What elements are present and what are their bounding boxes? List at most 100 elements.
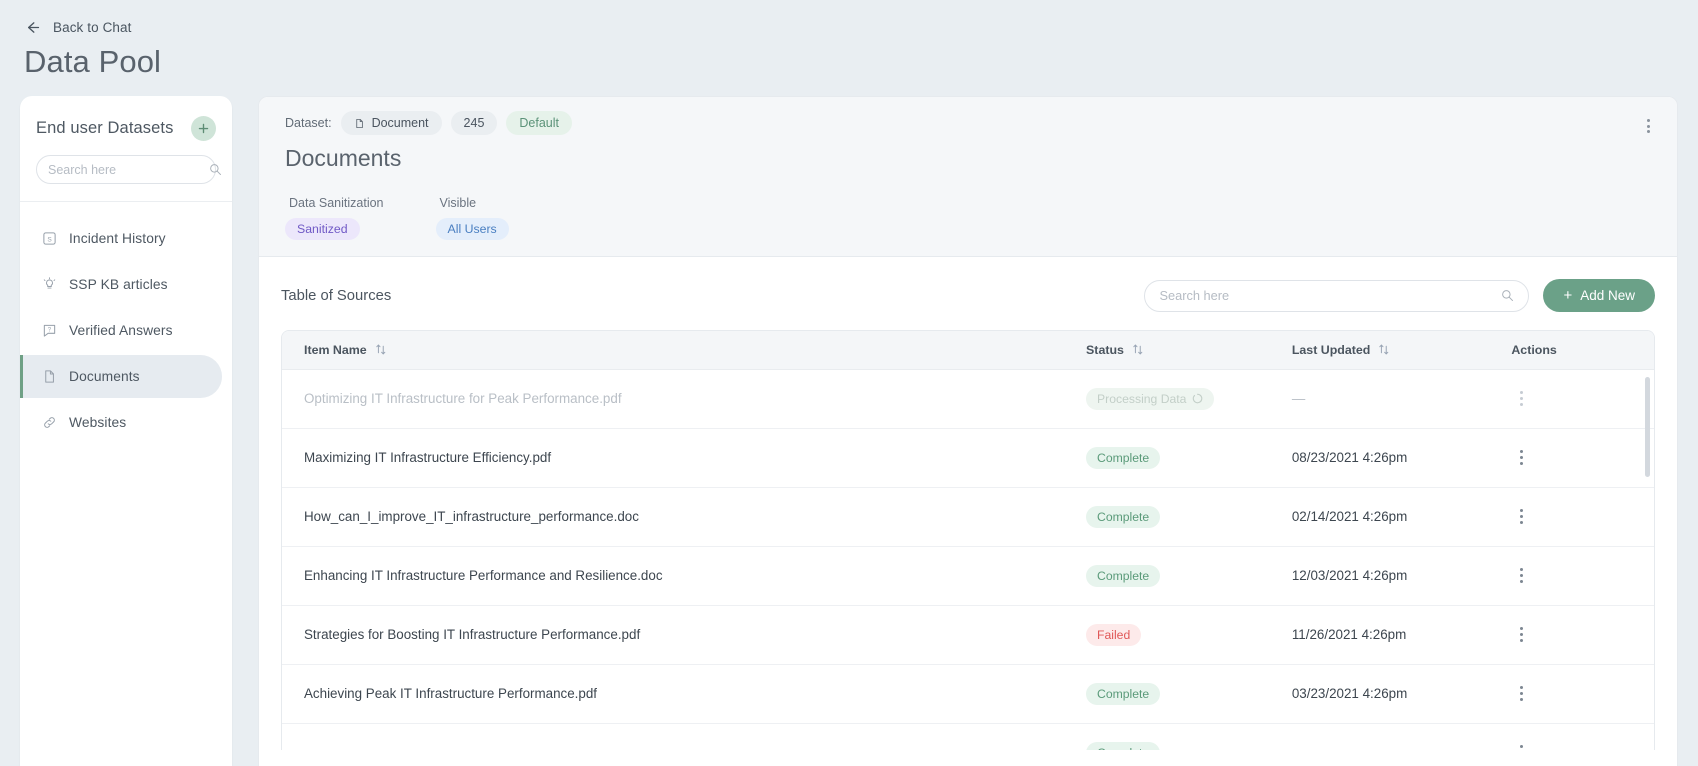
cell-last-updated xyxy=(1269,723,1490,750)
meta-label: Visible xyxy=(439,196,477,210)
status-badge: Processing Data xyxy=(1086,387,1215,410)
dataset-chip-row: Dataset: Document 245 Default xyxy=(285,111,1651,135)
dataset-menu-button[interactable] xyxy=(1637,115,1659,137)
sidebar-item-ssp-kb-articles[interactable]: SSP KB articles xyxy=(20,263,222,306)
cell-status: Complete xyxy=(1064,664,1270,724)
dataset-default-chip: Default xyxy=(506,111,573,135)
spinner-icon xyxy=(1193,393,1203,404)
cell-actions xyxy=(1489,369,1654,429)
table-row[interactable]: Enhancing IT Infrastructure Performance … xyxy=(282,546,1654,606)
cell-actions xyxy=(1489,428,1654,488)
sidebar-item-label: SSP KB articles xyxy=(69,277,168,292)
sort-icon xyxy=(1379,344,1389,355)
sidebar-item-incident-history[interactable]: S Incident History xyxy=(20,217,222,260)
sidebar: End user Datasets S Inci xyxy=(20,96,232,766)
snippet-icon: S xyxy=(43,232,56,245)
cell-item-name xyxy=(282,723,1065,750)
table-tools: + Add New xyxy=(1144,279,1655,312)
column-label: Status xyxy=(1086,342,1124,357)
row-menu-button[interactable] xyxy=(1511,685,1531,702)
sidebar-item-verified-answers[interactable]: ? Verified Answers xyxy=(20,309,222,352)
cell-last-updated: 11/26/2021 4:26pm xyxy=(1269,605,1490,665)
cell-status: Processing Data xyxy=(1064,369,1270,429)
kebab-dot xyxy=(1519,514,1523,519)
table-row[interactable]: Strategies for Boosting IT Infrastructur… xyxy=(282,605,1654,665)
dataset-title: Documents xyxy=(285,145,402,171)
svg-text:?: ? xyxy=(48,327,52,334)
main-panel: Dataset: Document 245 Default Documents … xyxy=(258,96,1678,766)
row-menu-button[interactable] xyxy=(1511,508,1531,525)
row-menu-button[interactable] xyxy=(1511,449,1531,466)
data-pool-page: Back to Chat Data Pool End user Datasets xyxy=(0,0,1698,766)
cell-item-name: How_can_I_improve_IT_infrastructure_perf… xyxy=(282,487,1065,547)
table-scrollbar[interactable] xyxy=(1645,377,1650,745)
add-new-button[interactable]: + Add New xyxy=(1543,279,1655,312)
kebab-dot xyxy=(1519,580,1523,584)
table-search[interactable] xyxy=(1144,279,1530,312)
sidebar-item-label: Incident History xyxy=(69,231,166,246)
cell-item-name: Enhancing IT Infrastructure Performance … xyxy=(282,546,1065,606)
link-icon xyxy=(44,417,55,428)
dataset-meta-row: Data Sanitization Sanitized Visible All … xyxy=(285,196,1651,240)
table-search-input[interactable] xyxy=(1159,288,1502,303)
sidebar-item-label: Documents xyxy=(69,369,140,384)
status-badge: Complete xyxy=(1086,564,1161,587)
kebab-dot xyxy=(1519,567,1523,571)
sources-table: Item Name Status Last Updated Actions Op… xyxy=(282,331,1654,750)
dataset-type-chip[interactable]: Document xyxy=(340,111,442,135)
cell-item-name: Strategies for Boosting IT Infrastructur… xyxy=(282,605,1065,665)
kebab-dot xyxy=(1519,691,1523,696)
kebab-dot xyxy=(1519,639,1523,643)
search-icon xyxy=(210,164,222,176)
cell-actions xyxy=(1489,487,1654,547)
cell-item-name: Maximizing IT Infrastructure Efficiency.… xyxy=(282,428,1065,488)
table-scrollbar-thumb[interactable] xyxy=(1645,377,1650,477)
status-badge: Complete xyxy=(1086,505,1161,528)
plus-icon: + xyxy=(1563,287,1573,304)
cell-item-name: Achieving Peak IT Infrastructure Perform… xyxy=(282,664,1065,724)
cell-last-updated: 03/23/2021 4:26pm xyxy=(1269,664,1490,724)
document-icon xyxy=(355,118,363,128)
row-menu-button[interactable] xyxy=(1511,626,1531,643)
column-label: Item Name xyxy=(304,342,367,357)
kebab-dot xyxy=(1519,403,1523,407)
add-dataset-button[interactable] xyxy=(191,116,216,141)
table-row[interactable]: Complete xyxy=(282,723,1654,750)
cell-last-updated: 08/23/2021 4:26pm xyxy=(1269,428,1490,488)
dataset-type-label: Document xyxy=(371,116,429,130)
table-row[interactable]: Maximizing IT Infrastructure Efficiency.… xyxy=(282,428,1654,488)
sidebar-search-input[interactable] xyxy=(48,162,209,177)
kebab-dot xyxy=(1646,119,1650,122)
row-menu-button[interactable] xyxy=(1511,390,1531,407)
status-badge-visible: All Users xyxy=(435,218,509,240)
cell-last-updated: — xyxy=(1269,369,1490,429)
sidebar-item-documents[interactable]: Documents xyxy=(20,355,222,398)
status-badge: Complete xyxy=(1086,446,1161,469)
kebab-dot xyxy=(1519,455,1523,460)
dataset-label: Dataset: xyxy=(285,116,332,130)
sidebar-nav: S Incident History SSP KB articles ? Ver… xyxy=(20,202,232,444)
sidebar-item-websites[interactable]: Websites xyxy=(20,401,222,444)
column-header-status[interactable]: Status xyxy=(1064,331,1270,370)
column-header-actions: Actions xyxy=(1489,331,1654,370)
cell-status: Complete xyxy=(1064,487,1270,547)
table-row[interactable]: Optimizing IT Infrastructure for Peak Pe… xyxy=(282,369,1654,429)
cell-last-updated: 12/03/2021 4:26pm xyxy=(1269,546,1490,606)
column-header-item-name[interactable]: Item Name xyxy=(282,331,1065,370)
cell-status: Complete xyxy=(1064,428,1270,488)
status-badge-sanitized: Sanitized xyxy=(285,218,360,240)
sidebar-item-label: Websites xyxy=(69,415,127,430)
column-header-last-updated[interactable]: Last Updated xyxy=(1269,331,1490,370)
kebab-dot xyxy=(1646,130,1650,133)
kebab-dot xyxy=(1519,698,1523,702)
back-to-chat-link[interactable]: Back to Chat xyxy=(24,19,132,36)
row-menu-button[interactable] xyxy=(1511,744,1531,750)
table-row[interactable]: How_can_I_improve_IT_infrastructure_perf… xyxy=(282,487,1654,547)
cell-item-name: Optimizing IT Infrastructure for Peak Pe… xyxy=(282,369,1065,429)
kebab-dot xyxy=(1519,508,1523,512)
table-row[interactable]: Achieving Peak IT Infrastructure Perform… xyxy=(282,664,1654,724)
cell-actions xyxy=(1489,605,1654,665)
row-menu-button[interactable] xyxy=(1511,567,1531,584)
kebab-dot xyxy=(1519,573,1523,578)
sidebar-search[interactable] xyxy=(36,155,222,184)
